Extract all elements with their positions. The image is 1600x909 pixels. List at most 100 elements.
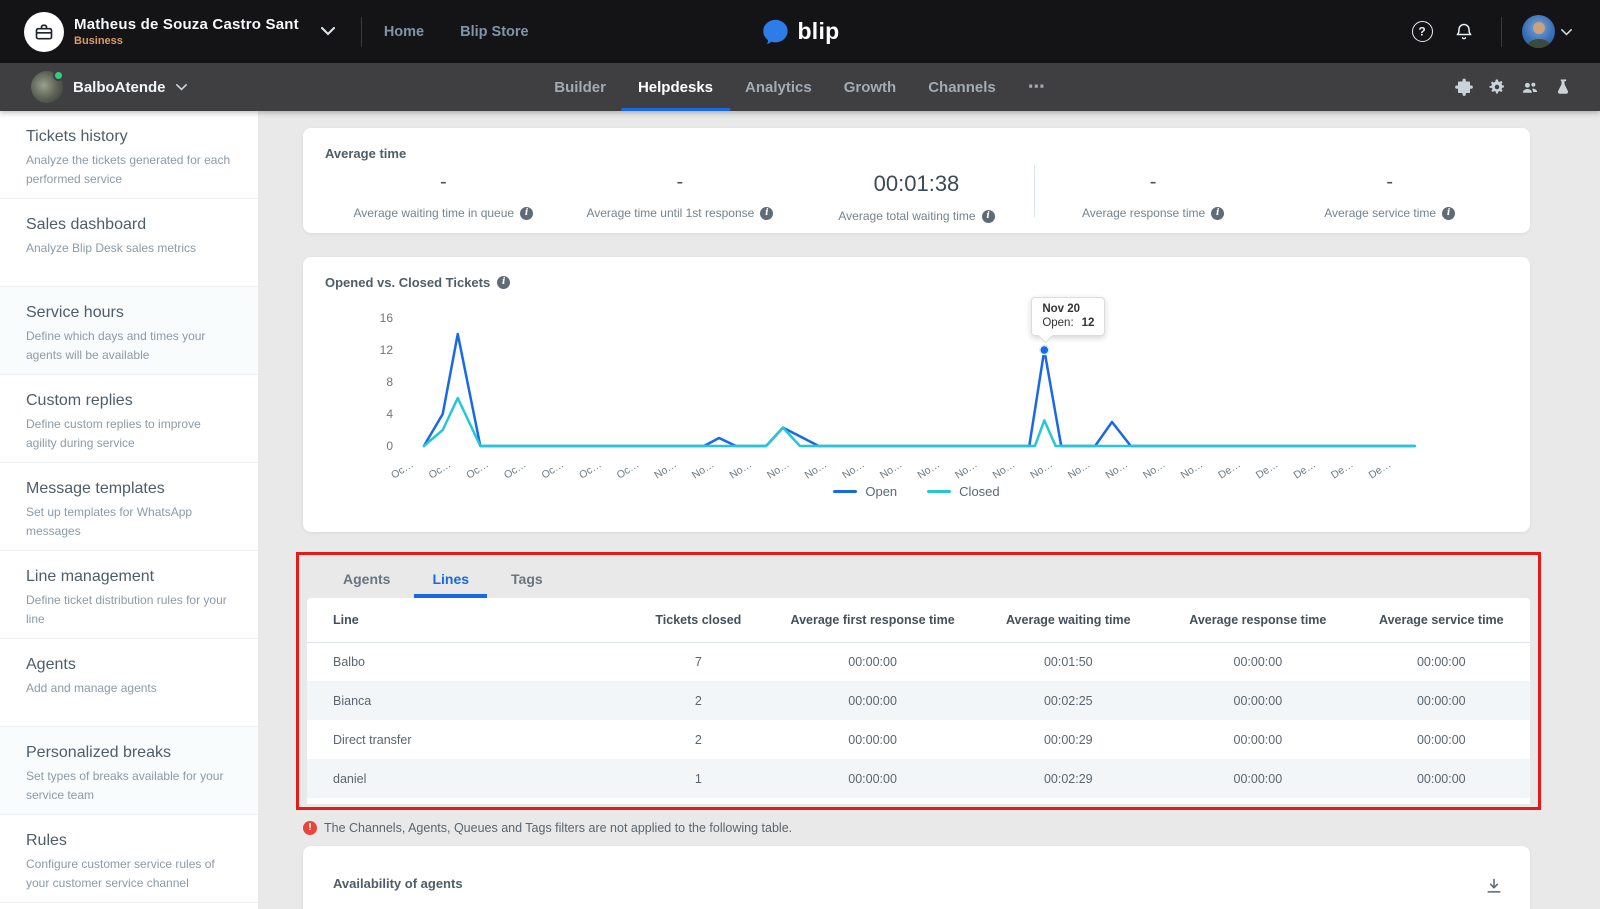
svg-text:8: 8: [386, 375, 393, 389]
sidebar-item-message-templates[interactable]: Message templatesSet up templates for Wh…: [0, 463, 258, 551]
sidebar-item-service-hours[interactable]: Service hoursDefine which days and times…: [0, 287, 258, 375]
bot-avatar[interactable]: [31, 71, 63, 103]
briefcase-icon: [34, 22, 54, 42]
info-icon[interactable]: [1211, 207, 1224, 220]
tooltip-value: 12: [1082, 317, 1095, 329]
sidebar-item-personalized-breaks[interactable]: Personalized breaksSet types of breaks a…: [0, 727, 258, 815]
table-tab-tags[interactable]: Tags: [509, 565, 545, 598]
average-time-title: Average time: [325, 146, 1508, 161]
download-icon[interactable]: [1484, 876, 1504, 896]
info-icon[interactable]: [982, 210, 995, 223]
sidebar-item-agents[interactable]: AgentsAdd and manage agents: [0, 639, 258, 727]
settings-gear-icon[interactable]: [1488, 78, 1506, 96]
user-avatar[interactable]: [1522, 15, 1555, 48]
svg-text:No…: No…: [1179, 458, 1206, 481]
svg-text:No…: No…: [803, 458, 830, 481]
svg-text:No…: No…: [1066, 458, 1093, 481]
lines-metrics-table: LineTickets closedAverage first response…: [307, 598, 1530, 798]
account-switcher-chevron-icon[interactable]: [321, 23, 335, 41]
info-icon[interactable]: [520, 207, 533, 220]
info-icon[interactable]: [497, 276, 510, 289]
svg-text:No…: No…: [840, 458, 867, 481]
sidebar-item-rules[interactable]: RulesConfigure customer service rules of…: [0, 815, 258, 903]
opened-closed-chart-card: Opened vs. Closed Tickets 0481216Oc…Oc…O…: [303, 257, 1530, 532]
legend-label: Closed: [959, 484, 999, 499]
team-icon[interactable]: [1521, 78, 1539, 96]
metric-average-waiting-time-in-queue: -Average waiting time in queue: [325, 169, 562, 223]
table-cell: Balbo: [307, 642, 625, 681]
metric-value: -: [1035, 171, 1272, 194]
sidebar-item-sales-dashboard[interactable]: Sales dashboardAnalyze Blip Desk sales m…: [0, 199, 258, 287]
table-header-cell: Average response time: [1163, 598, 1353, 642]
tab-channels[interactable]: Channels: [928, 63, 996, 111]
experiments-flask-icon[interactable]: [1554, 78, 1572, 96]
sidebar-item-line-management[interactable]: Line managementDefine ticket distributio…: [0, 551, 258, 639]
bot-switcher-chevron-icon[interactable]: [176, 78, 187, 96]
table-cell: 00:00:00: [1353, 681, 1530, 720]
info-icon[interactable]: [1442, 207, 1455, 220]
notifications-bell-icon[interactable]: [1453, 21, 1475, 43]
svg-text:No…: No…: [915, 458, 942, 481]
table-row: Balbo700:00:0000:01:5000:00:0000:00:00: [307, 642, 1530, 681]
table-header-cell: Average first response time: [772, 598, 974, 642]
main-content: Average time -Average waiting time in qu…: [258, 111, 1600, 909]
table-cell: 00:00:00: [1163, 759, 1353, 798]
svg-text:No…: No…: [1141, 458, 1168, 481]
line-chart[interactable]: 0481216Oc…Oc…Oc…Oc…Oc…Oc…Oc…No…No…No…No……: [353, 316, 1473, 484]
tab-analytics[interactable]: Analytics: [745, 63, 812, 111]
availability-of-agents-card: Availability of agents: [303, 846, 1530, 909]
blip-helpdesks-page: Matheus de Souza Castro Sant Business Ho…: [0, 0, 1600, 909]
svg-text:4: 4: [386, 407, 393, 421]
metric-value: -: [1271, 171, 1508, 194]
account-plan-label: Business: [74, 35, 299, 47]
sidebar-item-custom-replies[interactable]: Custom repliesDefine custom replies to i…: [0, 375, 258, 463]
tab-growth[interactable]: Growth: [844, 63, 897, 111]
svg-text:Oc…: Oc…: [464, 458, 491, 481]
table-cell: 00:00:00: [1163, 642, 1353, 681]
notice-text: The Channels, Agents, Queues and Tags fi…: [324, 821, 792, 835]
sidebar-item-description: Define which days and times your agents …: [26, 327, 232, 364]
table-header-cell: Average service time: [1353, 598, 1530, 642]
organization-badge[interactable]: [24, 12, 64, 52]
svg-text:Oc…: Oc…: [577, 458, 604, 481]
metric-value: 00:01:38: [798, 171, 1035, 197]
tab-helpdesks[interactable]: Helpdesks: [638, 63, 713, 111]
tooltip-series-label: Open:: [1042, 317, 1073, 329]
sidebar-item-title: Rules: [26, 832, 232, 850]
legend-item-closed[interactable]: Closed: [927, 484, 999, 499]
table-row: Direct transfer200:00:0000:00:2900:00:00…: [307, 720, 1530, 759]
blip-logo-text: blip: [797, 18, 839, 45]
top-navigation-bar: Matheus de Souza Castro Sant Business Ho…: [0, 0, 1600, 63]
nav-blip-store-link[interactable]: Blip Store: [460, 24, 528, 40]
user-menu-chevron-icon[interactable]: [1561, 23, 1572, 41]
availability-title: Availability of agents: [333, 876, 463, 891]
table-tab-agents[interactable]: Agents: [341, 565, 392, 598]
nav-home-link[interactable]: Home: [384, 24, 424, 40]
bot-navigation-bar: BalboAtende Builder Helpdesks Analytics Gro…: [0, 63, 1600, 111]
help-icon[interactable]: [1411, 21, 1433, 43]
sidebar-item-title: Sales dashboard: [26, 216, 232, 234]
table-cell: daniel: [307, 759, 625, 798]
bot-name[interactable]: BalboAtende: [73, 79, 166, 96]
hovered-data-point: [1040, 346, 1049, 355]
svg-text:Oc…: Oc…: [427, 458, 454, 481]
table-cell: 00:00:00: [1353, 720, 1530, 759]
more-tabs-button[interactable]: ⋯: [1028, 63, 1046, 111]
svg-text:Oc…: Oc…: [502, 458, 529, 481]
series-line-open: [424, 334, 1415, 446]
sidebar-item-description: Add and manage agents: [26, 679, 232, 698]
table-cell: 00:00:29: [974, 720, 1164, 759]
sidebar-item-title: Custom replies: [26, 392, 232, 410]
topbar-links: Home Blip Store: [384, 24, 529, 40]
metric-average-response-time: -Average response time: [1035, 169, 1272, 223]
metric-average-total-waiting-time: 00:01:38Average total waiting time: [798, 169, 1035, 223]
table-tab-lines[interactable]: Lines: [430, 565, 471, 598]
tab-builder[interactable]: Builder: [554, 63, 606, 111]
info-icon[interactable]: [760, 207, 773, 220]
legend-item-open[interactable]: Open: [833, 484, 897, 499]
filters-notice: The Channels, Agents, Queues and Tags fi…: [303, 821, 1600, 835]
online-status-dot: [53, 70, 64, 81]
table-cell: 00:00:00: [1163, 720, 1353, 759]
plugins-icon[interactable]: [1455, 78, 1473, 96]
sidebar-item-tickets-history[interactable]: Tickets historyAnalyze the tickets gener…: [0, 111, 258, 199]
